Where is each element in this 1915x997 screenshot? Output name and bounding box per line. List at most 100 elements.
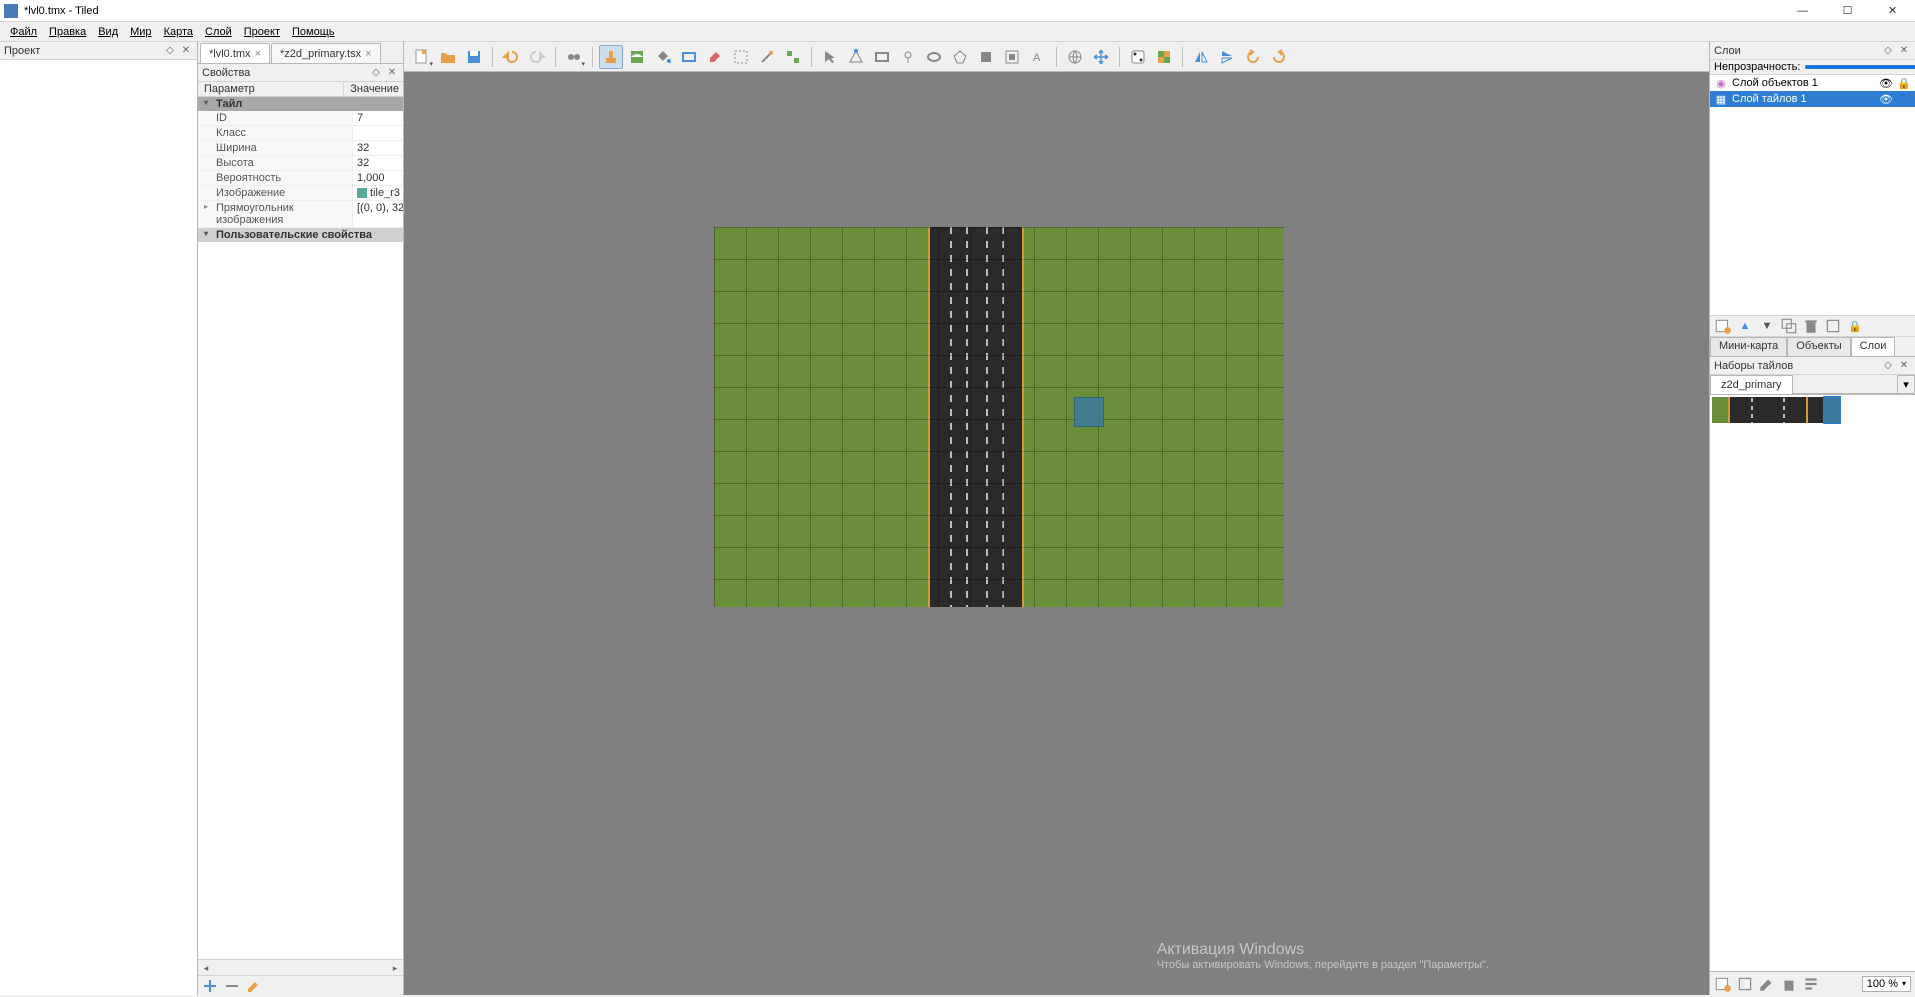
menu-view[interactable]: Вид	[92, 24, 124, 40]
prop-row-imagerect[interactable]: Прямоугольник изображения [(0, 0), 32 x	[198, 201, 403, 228]
properties-float-icon[interactable]: ◇	[369, 66, 383, 80]
save-button[interactable]	[462, 45, 486, 69]
delete-layer-button[interactable]	[1802, 317, 1820, 335]
layers-list[interactable]: ◉ Слой объектов 1 👁 🔒 ▦ Слой тайлов 1 👁	[1710, 75, 1915, 315]
prop-val[interactable]: 32	[353, 141, 403, 155]
terrain-brush-button[interactable]	[625, 45, 649, 69]
layers-float-icon[interactable]: ◇	[1881, 44, 1895, 58]
bucket-fill-button[interactable]	[651, 45, 675, 69]
tile-7[interactable]	[1824, 397, 1840, 423]
prop-row-probability[interactable]: Вероятность 1,000	[198, 171, 403, 186]
embed-tileset-button[interactable]	[1736, 975, 1754, 993]
tab-objects[interactable]: Объекты	[1787, 337, 1850, 356]
prop-row-class[interactable]: Класс	[198, 126, 403, 141]
tilemap[interactable]	[714, 227, 1284, 607]
insert-tile-button[interactable]	[974, 45, 998, 69]
doc-tab-lvl0[interactable]: *lvl0.tmx ×	[200, 43, 270, 63]
new-layer-button[interactable]	[1714, 317, 1732, 335]
remove-property-icon[interactable]	[224, 978, 240, 994]
project-panel-close-icon[interactable]: ✕	[179, 44, 193, 58]
tileset-menu-button[interactable]: ▾	[1897, 375, 1915, 394]
chevron-down-icon[interactable]: ▾	[1902, 979, 1906, 988]
section-tile[interactable]: Тайл	[198, 97, 403, 111]
flip-v-button[interactable]	[1215, 45, 1239, 69]
menu-project[interactable]: Проект	[238, 24, 286, 40]
move-layer-up-button[interactable]: ▲	[1736, 317, 1754, 335]
project-tree[interactable]	[0, 60, 197, 995]
world-tool-button[interactable]	[1063, 45, 1087, 69]
toggle-other-layers-button[interactable]	[1824, 317, 1842, 335]
layers-close-icon[interactable]: ✕	[1897, 44, 1911, 58]
menu-file[interactable]: Файл	[4, 24, 43, 40]
prop-val[interactable]: 7	[353, 111, 403, 125]
wangset-button[interactable]	[1152, 45, 1176, 69]
tileset-view[interactable]	[1710, 395, 1915, 971]
prop-val[interactable]	[353, 126, 403, 140]
redo-button[interactable]	[525, 45, 549, 69]
menu-map[interactable]: Карта	[158, 24, 199, 40]
command-button[interactable]	[562, 45, 586, 69]
insert-template-button[interactable]	[1000, 45, 1024, 69]
menu-help[interactable]: Помощь	[286, 24, 341, 40]
flip-h-button[interactable]	[1189, 45, 1213, 69]
doc-tab-z2d[interactable]: *z2d_primary.tsx ×	[271, 43, 381, 63]
maximize-button[interactable]: ☐	[1825, 0, 1870, 22]
tile-0[interactable]	[1712, 397, 1728, 423]
layer-row-tiles[interactable]: ▦ Слой тайлов 1 👁	[1710, 91, 1915, 107]
insert-point-button[interactable]	[896, 45, 920, 69]
tile-2[interactable]	[1744, 397, 1760, 423]
eraser-button[interactable]	[703, 45, 727, 69]
tilesets-close-icon[interactable]: ✕	[1897, 359, 1911, 373]
tile-5[interactable]	[1792, 397, 1808, 423]
section-custom[interactable]: Пользовательские свойства	[198, 228, 403, 242]
delete-tileset-button[interactable]	[1780, 975, 1798, 993]
tile-6[interactable]	[1808, 397, 1824, 423]
prop-val[interactable]: tile_r3	[353, 186, 403, 200]
select-same-button[interactable]	[781, 45, 805, 69]
properties-close-icon[interactable]: ✕	[385, 66, 399, 80]
shape-fill-button[interactable]	[677, 45, 701, 69]
new-file-button[interactable]	[410, 45, 434, 69]
menu-layer[interactable]: Слой	[199, 24, 238, 40]
properties-hscroll[interactable]	[198, 959, 403, 975]
edit-property-icon[interactable]	[246, 978, 262, 994]
undo-button[interactable]	[499, 45, 523, 69]
open-file-button[interactable]	[436, 45, 460, 69]
rotate-right-button[interactable]	[1267, 45, 1291, 69]
new-tileset-button[interactable]	[1714, 975, 1732, 993]
close-button[interactable]: ✕	[1870, 0, 1915, 22]
tile-4[interactable]	[1776, 397, 1792, 423]
move-layer-down-button[interactable]: ▼	[1758, 317, 1776, 335]
col-parameter[interactable]: Параметр	[198, 82, 344, 96]
tab-minimap[interactable]: Мини-карта	[1710, 337, 1787, 356]
add-property-icon[interactable]	[202, 978, 218, 994]
tileset-tab-z2d[interactable]: z2d_primary	[1710, 375, 1793, 394]
project-panel-float-icon[interactable]: ◇	[163, 44, 177, 58]
tab-layers[interactable]: Слои	[1851, 337, 1896, 356]
magic-wand-button[interactable]	[755, 45, 779, 69]
random-mode-button[interactable]	[1126, 45, 1150, 69]
prop-row-id[interactable]: ID 7	[198, 111, 403, 126]
zoom-box[interactable]: 100 % ▾	[1862, 976, 1911, 992]
toggle-lock-others-button[interactable]: 🔒	[1846, 317, 1864, 335]
menu-edit[interactable]: Правка	[43, 24, 92, 40]
menu-world[interactable]: Мир	[124, 24, 157, 40]
insert-rectangle-button[interactable]	[870, 45, 894, 69]
select-objects-button[interactable]	[818, 45, 842, 69]
prop-val[interactable]: [(0, 0), 32 x	[353, 201, 403, 227]
prop-val[interactable]: 1,000	[353, 171, 403, 185]
prop-row-height[interactable]: Высота 32	[198, 156, 403, 171]
close-icon[interactable]: ×	[365, 48, 371, 60]
stamp-tool-button[interactable]	[599, 45, 623, 69]
prop-row-width[interactable]: Ширина 32	[198, 141, 403, 156]
rect-select-button[interactable]	[729, 45, 753, 69]
map-canvas[interactable]: Активация Windows Чтобы активировать Win…	[404, 72, 1709, 995]
col-value[interactable]: Значение	[344, 82, 403, 96]
tilesets-float-icon[interactable]: ◇	[1881, 359, 1895, 373]
rotate-left-button[interactable]	[1241, 45, 1265, 69]
layer-row-objects[interactable]: ◉ Слой объектов 1 👁 🔒	[1710, 75, 1915, 91]
insert-polygon-button[interactable]	[948, 45, 972, 69]
prop-val[interactable]: 32	[353, 156, 403, 170]
prop-row-image[interactable]: Изображение tile_r3	[198, 186, 403, 201]
visibility-icon[interactable]: 👁	[1879, 93, 1893, 106]
